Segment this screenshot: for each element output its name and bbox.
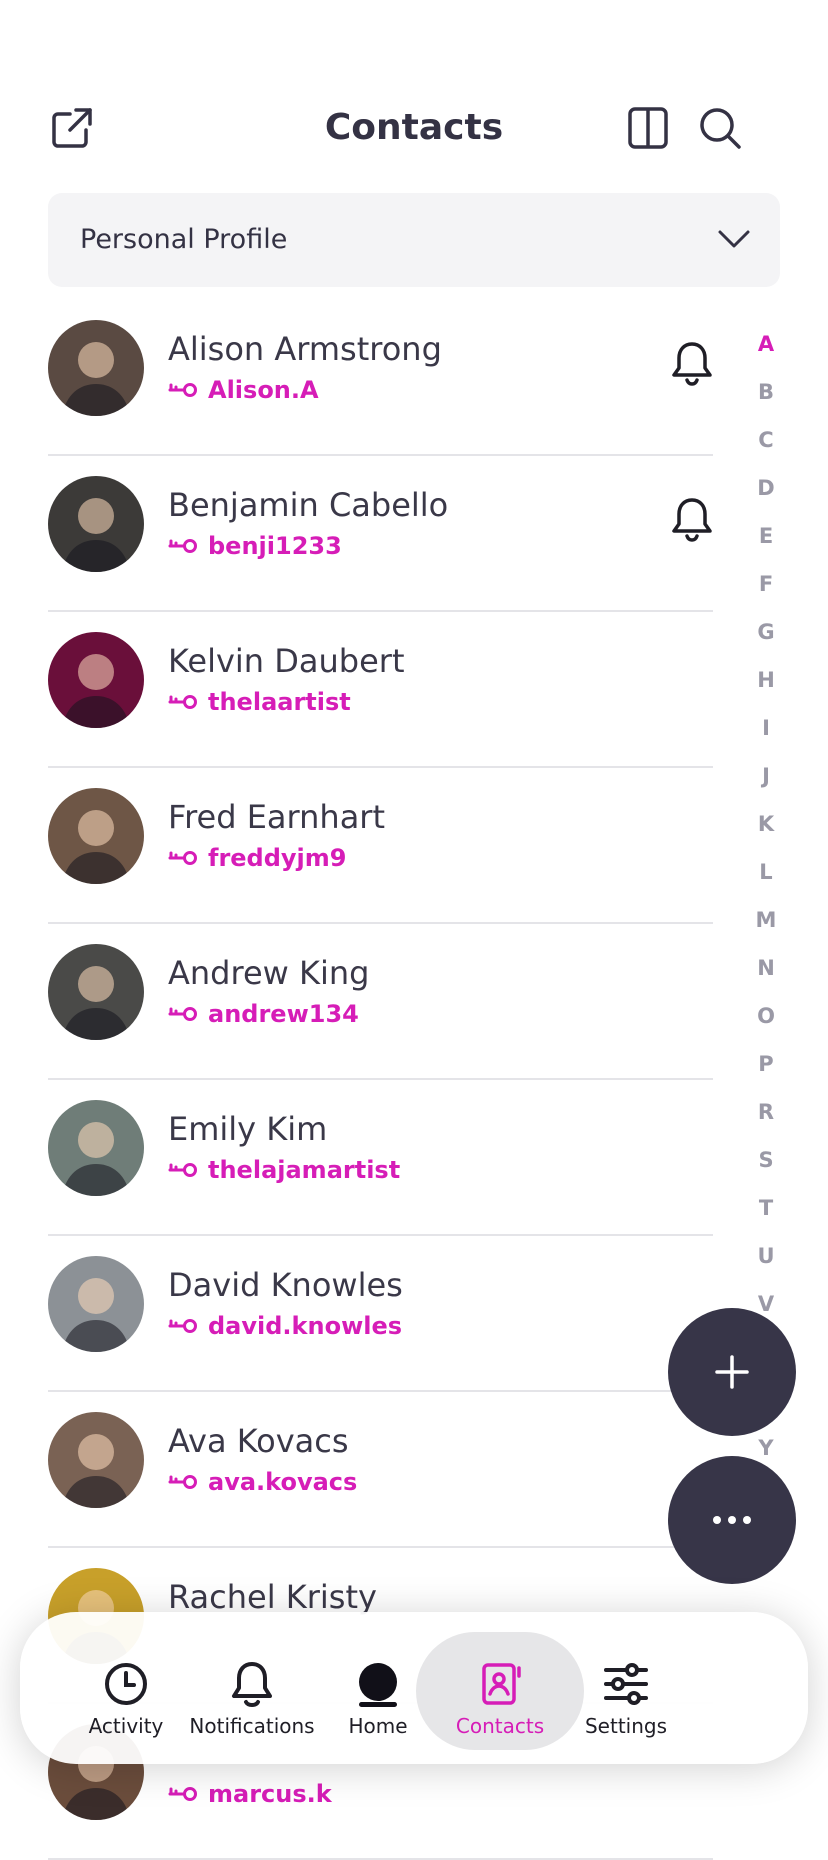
index-letter-o[interactable]: O [748,994,784,1042]
key-icon [168,1319,197,1333]
avatar [48,944,144,1040]
profile-select-value: Personal Profile [80,224,288,255]
avatar [48,788,144,884]
search-button[interactable] [694,102,746,154]
top-bar: Contacts [0,90,828,166]
key-icon [168,1163,197,1177]
add-contact-button[interactable] [668,1308,796,1436]
contact-name: Andrew King [168,954,370,992]
home-icon [359,1663,397,1707]
index-letter-l[interactable]: L [748,850,784,898]
contact-handle: freddyjm9 [168,844,347,872]
contact-handle: Alison.A [168,376,319,404]
contact-handle: thelaartist [168,688,351,716]
contact-handle: marcus.k [168,1780,332,1808]
contact-row[interactable]: Andrew King andrew134 [48,924,713,1080]
alphabet-index[interactable]: ABCDEFGHIJKLMNOPRSTUVWXY [748,322,784,1474]
chevron-down-icon [718,230,750,248]
index-letter-u[interactable]: U [748,1234,784,1282]
index-letter-g[interactable]: G [748,610,784,658]
key-icon [168,1787,197,1801]
contact-handle: ava.kovacs [168,1468,357,1496]
contact-name: Emily Kim [168,1110,328,1148]
contact-handle-text: benji1233 [208,532,342,560]
contact-name: David Knowles [168,1266,403,1304]
avatar [48,320,144,416]
index-letter-e[interactable]: E [748,514,784,562]
contact-name: Ava Kovacs [168,1422,349,1460]
contact-name: Rachel Kristy [168,1578,377,1616]
index-letter-b[interactable]: B [748,370,784,418]
notification-toggle[interactable] [671,496,713,542]
bell-icon [672,342,712,386]
index-letter-r[interactable]: R [748,1090,784,1138]
clock-icon [105,1663,147,1705]
contact-handle: andrew134 [168,1000,359,1028]
contact-handle: thelajamartist [168,1156,400,1184]
index-letter-c[interactable]: C [748,418,784,466]
contact-handle-text: andrew134 [208,1000,359,1028]
contact-row[interactable]: Ava Kovacs ava.kovacs [48,1392,713,1548]
contact-name: Alison Armstrong [168,330,442,368]
index-letter-k[interactable]: K [748,802,784,850]
index-letter-f[interactable]: F [748,562,784,610]
contacts-icon [482,1663,521,1705]
contact-row[interactable]: Kelvin Daubert thelaartist [48,612,713,768]
index-letter-m[interactable]: M [748,898,784,946]
more-options-button[interactable] [668,1456,796,1584]
contact-handle-text: freddyjm9 [208,844,347,872]
sliders-icon [604,1663,648,1705]
plus-icon [715,1355,749,1389]
index-letter-s[interactable]: S [748,1138,784,1186]
more-horizontal-icon [713,1516,751,1524]
index-letter-j[interactable]: J [748,754,784,802]
contact-handle-text: Alison.A [208,376,319,404]
index-letter-i[interactable]: I [748,706,784,754]
columns-icon [628,107,668,149]
contact-row[interactable]: David Knowles david.knowles [48,1236,713,1392]
avatar [48,1412,144,1508]
contact-handle-text: marcus.k [208,1780,332,1808]
contact-handle-text: thelaartist [208,688,351,716]
index-letter-a[interactable]: A [748,322,784,370]
contact-row[interactable]: Benjamin Cabello benji1233 [48,456,713,612]
key-icon [168,1475,197,1489]
contact-name: Benjamin Cabello [168,486,449,524]
key-icon [168,695,197,709]
index-letter-h[interactable]: H [748,658,784,706]
contact-row[interactable]: Fred Earnhart freddyjm9 [48,768,713,924]
index-letter-d[interactable]: D [748,466,784,514]
key-icon [168,1007,197,1021]
avatar [48,1100,144,1196]
index-letter-n[interactable]: N [748,946,784,994]
contact-handle-text: david.knowles [208,1312,403,1340]
contact-row[interactable]: Emily Kim thelajamartist [48,1080,713,1236]
contact-row[interactable]: Alison Armstrong Alison.A [48,300,713,456]
contact-handle-text: ava.kovacs [208,1468,358,1496]
key-icon [168,383,197,397]
contact-handle-text: thelajamartist [208,1156,401,1184]
split-view-button[interactable] [622,102,674,154]
bell-icon [232,1662,272,1708]
contact-handle: david.knowles [168,1312,402,1340]
contact-name: Kelvin Daubert [168,642,405,680]
avatar [48,632,144,728]
key-icon [168,539,197,553]
bell-icon [672,498,712,542]
avatar [48,1256,144,1352]
tab-settings[interactable]: Settings [542,1632,710,1750]
index-letter-t[interactable]: T [748,1186,784,1234]
tab-label: Settings [584,1714,668,1738]
bottom-tab-bar: Activity Notifications Home Contacts Setting… [20,1612,808,1764]
key-icon [168,851,197,865]
avatar [48,476,144,572]
profile-select[interactable]: Personal Profile [48,193,780,287]
contact-handle: benji1233 [168,532,342,560]
index-letter-p[interactable]: P [748,1042,784,1090]
contact-name: Fred Earnhart [168,798,385,836]
search-icon [700,108,741,149]
notification-toggle[interactable] [671,340,713,386]
